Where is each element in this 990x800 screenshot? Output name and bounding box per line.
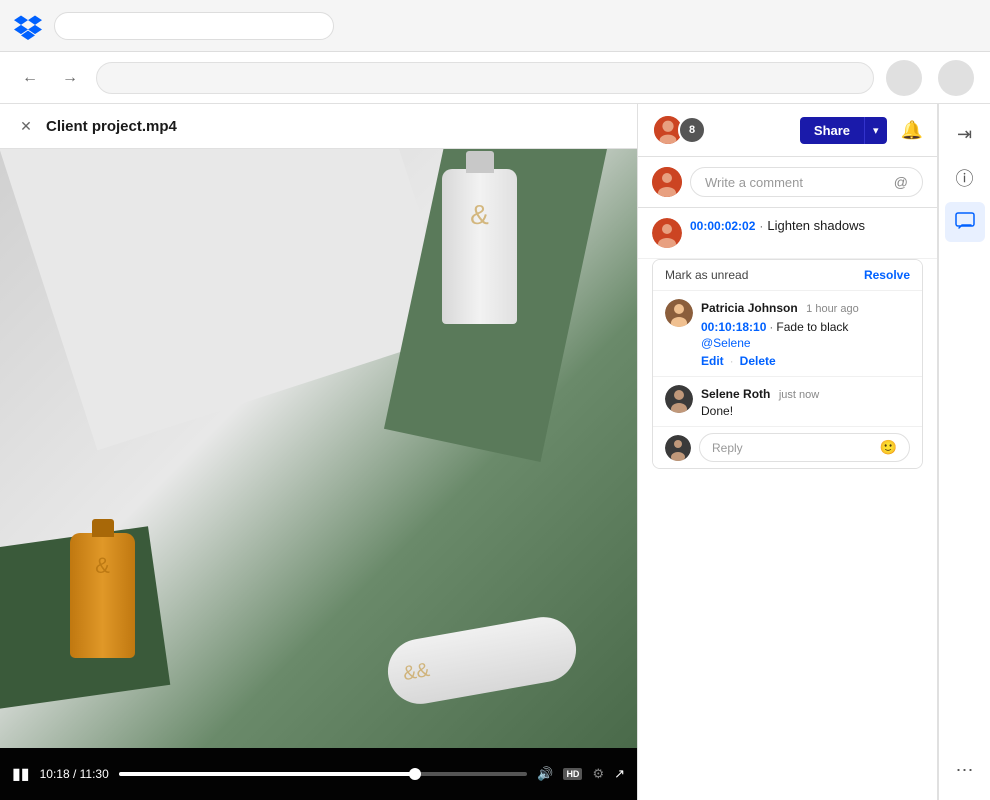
reply-placeholder: Reply (712, 441, 743, 455)
resolve-button[interactable]: Resolve (864, 268, 910, 282)
emoji-icon: 🙂 (880, 439, 897, 456)
reply-avatar (665, 435, 691, 461)
volume-button[interactable]: 🔊 (537, 766, 553, 782)
bottle-orange-cap (92, 519, 114, 537)
selene-name: Selene Roth (701, 387, 770, 401)
bottle-logo: & (470, 199, 489, 231)
reply-input[interactable]: Reply 🙂 (699, 433, 910, 462)
mark-unread-label: Mark as unread (665, 268, 748, 282)
progress-bar[interactable] (119, 772, 527, 776)
progress-fill (119, 772, 421, 776)
top-comment-item: 00:00:02:02 · Lighten shadows (638, 208, 937, 259)
thread-dot: · (769, 320, 773, 334)
thread-reply-selene: Selene Roth just now Done! (653, 376, 922, 426)
nav-circle-2 (938, 60, 974, 96)
top-comment-text: Lighten shadows (767, 218, 865, 233)
top-comment-header: 00:00:02:02 · Lighten shadows (690, 218, 865, 233)
info-icon-btn[interactable]: ⓘ (945, 158, 985, 198)
patricia-time: 1 hour ago (806, 303, 859, 315)
pause-button[interactable]: ▮▮ (12, 764, 30, 784)
bottle-orange: & (70, 533, 135, 658)
comments-icon-btn[interactable] (945, 202, 985, 242)
dropbox-logo (12, 10, 44, 42)
thread-comment-patricia: Patricia Johnson 1 hour ago 00:10:18:10 … (653, 290, 922, 376)
thread-header: Mark as unread Resolve (653, 260, 922, 290)
main-content: ✕ Client project.mp4 (0, 104, 990, 800)
right-sidebar: ⇥ ⓘ ⋯ (938, 104, 990, 800)
patricia-name: Patricia Johnson (701, 301, 798, 315)
nav-bar: ← → (0, 52, 990, 104)
thread-mention: @Selene (701, 334, 910, 352)
bottle-orange-logo: & (95, 553, 110, 579)
progress-thumb (409, 768, 421, 780)
comments-panel: 8 Share ▾ 🔔 Write a comment @ (638, 104, 938, 800)
back-button[interactable]: ← (16, 64, 44, 92)
video-header: ✕ Client project.mp4 (0, 104, 637, 149)
thread-actions: Edit · Delete (701, 354, 910, 368)
share-btn-group: Share ▾ (800, 117, 887, 144)
write-comment-area: Write a comment @ (638, 157, 937, 208)
close-button[interactable]: ✕ (16, 116, 36, 136)
time-display: 10:18 / 11:30 (40, 767, 109, 781)
more-icon: ⋯ (956, 760, 974, 781)
bell-button[interactable]: 🔔 (901, 120, 923, 141)
at-icon: @ (894, 174, 908, 190)
video-container: & & && ▮▮ 10:18 / 11:30 (0, 149, 637, 800)
video-title: Client project.mp4 (46, 118, 177, 135)
expand-icon: ⇥ (957, 124, 972, 145)
selene-header: Selene Roth just now (701, 385, 910, 403)
mention-selene: @Selene (701, 336, 751, 350)
settings-button[interactable]: ⚙ (592, 766, 604, 782)
bottle-cap (466, 151, 494, 173)
comments-header: 8 Share ▾ 🔔 (638, 104, 937, 157)
thread-message: Fade to black (776, 320, 848, 334)
expand-icon-btn[interactable]: ⇥ (945, 114, 985, 154)
patricia-avatar (665, 299, 693, 327)
action-separator: · (730, 354, 734, 368)
url-bar[interactable] (96, 62, 874, 94)
top-comment-avatar (652, 218, 682, 248)
top-comment-timestamp[interactable]: 00:00:02:02 (690, 219, 755, 233)
top-comment-dot: · (759, 219, 763, 233)
video-panel: ✕ Client project.mp4 (0, 104, 638, 800)
comment-input[interactable]: Write a comment @ (690, 167, 923, 197)
selene-time: just now (779, 389, 819, 401)
bottle-tube-logo: && (401, 658, 431, 685)
avatar-count: 8 (678, 116, 706, 144)
delete-button[interactable]: Delete (740, 354, 776, 368)
forward-button[interactable]: → (56, 64, 84, 92)
top-comment-body: 00:00:02:02 · Lighten shadows (690, 218, 865, 248)
avatar-group: 8 (652, 114, 706, 146)
thread-timestamp[interactable]: 00:10:18:10 (701, 320, 766, 334)
video-thumbnail: & & && (0, 149, 637, 748)
more-options-btn[interactable]: ⋯ (945, 750, 985, 790)
thread-box: Mark as unread Resolve Patricia Johnson … (652, 259, 923, 469)
video-controls: ▮▮ 10:18 / 11:30 🔊 HD ⚙ ↗ (0, 748, 637, 800)
comment-user-avatar (652, 167, 682, 197)
selene-body: Selene Roth just now Done! (701, 385, 910, 418)
patricia-comment-line: 00:10:18:10 · Fade to black (701, 319, 910, 334)
bottle-tall-white: & (442, 169, 517, 324)
comment-placeholder: Write a comment (705, 175, 803, 190)
selene-message: Done! (701, 404, 910, 418)
patricia-body: Patricia Johnson 1 hour ago 00:10:18:10 … (701, 299, 910, 368)
fullscreen-button[interactable]: ↗ (614, 766, 625, 782)
browser-address-bar[interactable] (54, 12, 334, 40)
hd-badge: HD (563, 768, 582, 780)
share-button[interactable]: Share (800, 117, 864, 144)
reply-area: Reply 🙂 (653, 426, 922, 468)
browser-chrome (0, 0, 990, 52)
comments-icon (955, 212, 975, 232)
edit-button[interactable]: Edit (701, 354, 724, 368)
patricia-header: Patricia Johnson 1 hour ago (701, 299, 910, 317)
share-dropdown-button[interactable]: ▾ (864, 117, 887, 144)
profile-circle (886, 60, 922, 96)
selene-avatar (665, 385, 693, 413)
info-icon: ⓘ (956, 165, 974, 191)
scene: & & && (0, 149, 637, 748)
